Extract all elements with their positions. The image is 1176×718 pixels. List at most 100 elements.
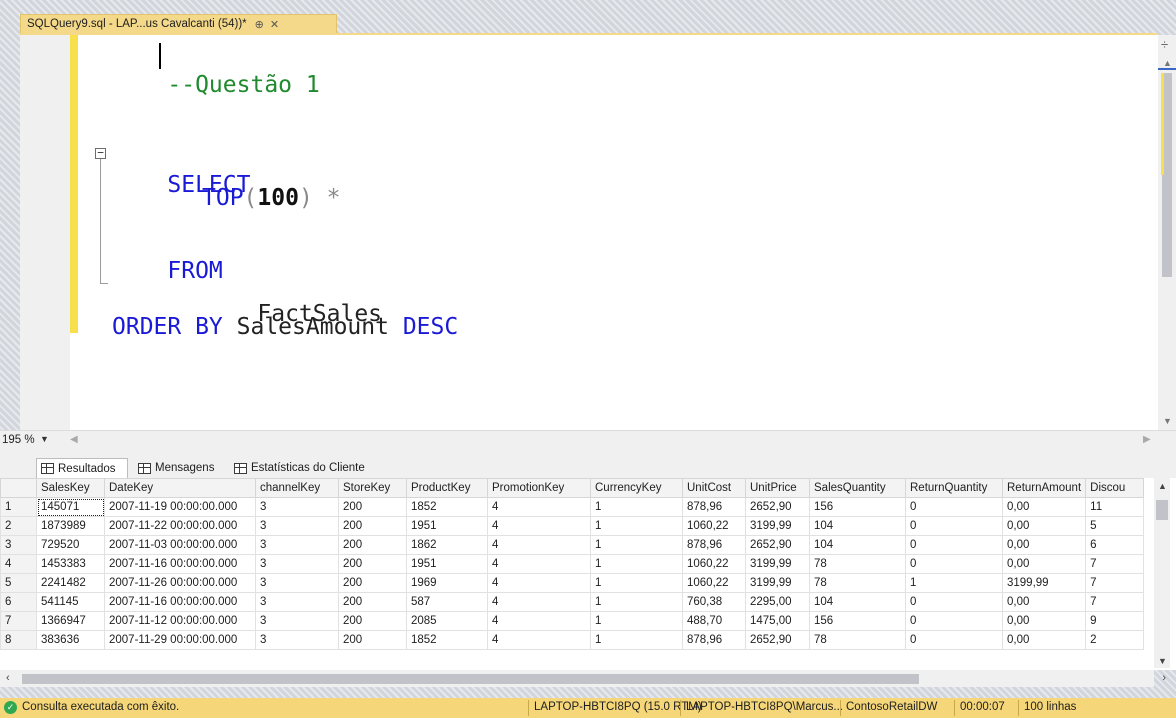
table-cell[interactable]: 1873989	[36, 516, 105, 536]
table-cell[interactable]: 3199,99	[1001, 573, 1087, 593]
table-row[interactable]: 4 1453383 2007-11-16 00:00:00.000 3 200 1951 4…	[0, 554, 1145, 574]
table-row[interactable]: 7 1366947 2007-11-12 00:00:00.000 3 200 2085 4…	[0, 611, 1145, 631]
table-cell[interactable]: 0	[905, 497, 1003, 517]
table-cell[interactable]: 200	[338, 535, 407, 555]
row-number[interactable]: 4	[0, 554, 37, 574]
table-cell[interactable]: 1	[590, 554, 683, 574]
table-cell[interactable]: 200	[338, 611, 407, 631]
table-cell[interactable]: 3	[255, 573, 339, 593]
pin-icon[interactable]: ⊕	[255, 18, 264, 31]
table-cell[interactable]: 383636	[36, 630, 105, 650]
table-cell[interactable]: 0,00	[1001, 611, 1087, 631]
table-cell[interactable]: 0,00	[1001, 630, 1087, 650]
column-header[interactable]: SalesKey	[36, 478, 105, 498]
table-cell[interactable]: 1	[905, 573, 1003, 593]
table-cell[interactable]: 1060,22	[682, 554, 746, 574]
table-cell[interactable]: 1969	[406, 573, 488, 593]
table-cell[interactable]: 104	[809, 592, 906, 612]
table-cell[interactable]: 1	[590, 592, 683, 612]
table-cell[interactable]: 1453383	[36, 554, 105, 574]
table-cell[interactable]: 3	[255, 535, 339, 555]
table-cell[interactable]: 3	[255, 554, 339, 574]
table-cell[interactable]: 11	[1085, 497, 1145, 517]
column-header[interactable]	[0, 478, 37, 498]
column-header[interactable]: SalesQuantity	[809, 478, 906, 498]
results-grid[interactable]: SalesKey DateKey channelKey StoreKey Pro…	[0, 478, 1176, 670]
split-icon[interactable]: ÷	[1161, 37, 1168, 52]
table-cell[interactable]: 2007-11-16 00:00:00.000	[104, 592, 256, 612]
table-cell[interactable]: 2007-11-19 00:00:00.000	[104, 497, 256, 517]
table-cell[interactable]: 3	[255, 630, 339, 650]
column-header[interactable]: channelKey	[255, 478, 339, 498]
table-cell[interactable]: 78	[809, 573, 906, 593]
table-cell[interactable]: 9	[1085, 611, 1145, 631]
table-cell[interactable]: 5	[1085, 516, 1145, 536]
table-cell[interactable]: 1951	[406, 554, 488, 574]
row-number[interactable]: 3	[0, 535, 37, 555]
table-cell[interactable]: 4	[487, 573, 591, 593]
table-cell[interactable]: 1060,22	[682, 516, 746, 536]
tab-client-statistics[interactable]: Estatísticas do Cliente	[230, 458, 369, 478]
table-cell[interactable]: 1	[590, 535, 683, 555]
table-cell[interactable]: 4	[487, 592, 591, 612]
table-cell[interactable]: 4	[487, 611, 591, 631]
table-cell[interactable]: 878,96	[682, 497, 746, 517]
scroll-right-icon[interactable]: ▶	[1143, 434, 1151, 445]
close-icon[interactable]: ✕	[270, 18, 279, 31]
table-cell[interactable]: 3	[255, 611, 339, 631]
table-cell[interactable]: 2295,00	[745, 592, 810, 612]
table-cell[interactable]: 7	[1085, 573, 1145, 593]
row-number[interactable]: 7	[0, 611, 37, 631]
table-cell[interactable]: 1	[590, 516, 683, 536]
table-row[interactable]: 2 1873989 2007-11-22 00:00:00.000 3 200 1951 4…	[0, 516, 1145, 536]
table-cell[interactable]: 2007-11-22 00:00:00.000	[104, 516, 256, 536]
table-row[interactable]: 1 145071 2007-11-19 00:00:00.000 3 200 1852 4 1…	[0, 497, 1145, 517]
table-cell[interactable]: 78	[809, 630, 906, 650]
table-cell[interactable]: 1862	[406, 535, 488, 555]
chevron-up-icon[interactable]: ▲	[1158, 481, 1167, 491]
table-cell[interactable]: 729520	[36, 535, 105, 555]
table-cell[interactable]: 0	[905, 535, 1003, 555]
row-number[interactable]: 8	[0, 630, 37, 650]
table-cell[interactable]: 1475,00	[745, 611, 810, 631]
column-header[interactable]: UnitCost	[682, 478, 746, 498]
table-cell[interactable]: 145071	[36, 497, 105, 517]
editor-vertical-scrollbar[interactable]: ÷ ▲ ▼	[1158, 35, 1176, 430]
table-cell[interactable]: 0	[905, 516, 1003, 536]
table-cell[interactable]: 3199,99	[745, 573, 810, 593]
grid-scroll-thumb[interactable]	[1156, 500, 1168, 520]
scroll-up-icon[interactable]: ▲	[1163, 58, 1172, 68]
table-cell[interactable]: 1	[590, 497, 683, 517]
table-cell[interactable]: 0	[905, 611, 1003, 631]
table-cell[interactable]: 0,00	[1001, 535, 1087, 555]
table-cell[interactable]: 0,00	[1001, 592, 1087, 612]
table-cell[interactable]: 0	[905, 592, 1003, 612]
table-cell[interactable]: 4	[487, 630, 591, 650]
table-cell[interactable]: 104	[809, 516, 906, 536]
table-row[interactable]: 3 729520 2007-11-03 00:00:00.000 3 200 1862 4 1…	[0, 535, 1145, 555]
table-cell[interactable]: 200	[338, 516, 407, 536]
table-cell[interactable]: 4	[487, 497, 591, 517]
table-cell[interactable]: 2652,90	[745, 630, 810, 650]
tab-results[interactable]: Resultados	[36, 458, 128, 478]
table-cell[interactable]: 878,96	[682, 630, 746, 650]
table-row[interactable]: 6 541145 2007-11-16 00:00:00.000 3 200 587 4 1 7…	[0, 592, 1145, 612]
row-number[interactable]: 1	[0, 497, 37, 517]
table-cell[interactable]: 2007-11-12 00:00:00.000	[104, 611, 256, 631]
table-cell[interactable]: 200	[338, 630, 407, 650]
table-cell[interactable]: 0	[905, 630, 1003, 650]
table-cell[interactable]: 3	[255, 592, 339, 612]
table-cell[interactable]: 7	[1085, 554, 1145, 574]
table-cell[interactable]: 2007-11-03 00:00:00.000	[104, 535, 256, 555]
table-cell[interactable]: 2085	[406, 611, 488, 631]
column-header[interactable]: Discou	[1085, 478, 1145, 498]
table-cell[interactable]: 1852	[406, 630, 488, 650]
table-cell[interactable]: 1	[590, 630, 683, 650]
table-cell[interactable]: 3199,99	[745, 554, 810, 574]
table-cell[interactable]: 0,00	[1001, 554, 1087, 574]
table-cell[interactable]: 587	[406, 592, 488, 612]
grid-vertical-scrollbar[interactable]: ▲ ▼	[1154, 478, 1170, 668]
table-cell[interactable]: 2007-11-26 00:00:00.000	[104, 573, 256, 593]
table-cell[interactable]: 878,96	[682, 535, 746, 555]
column-header[interactable]: StoreKey	[338, 478, 407, 498]
